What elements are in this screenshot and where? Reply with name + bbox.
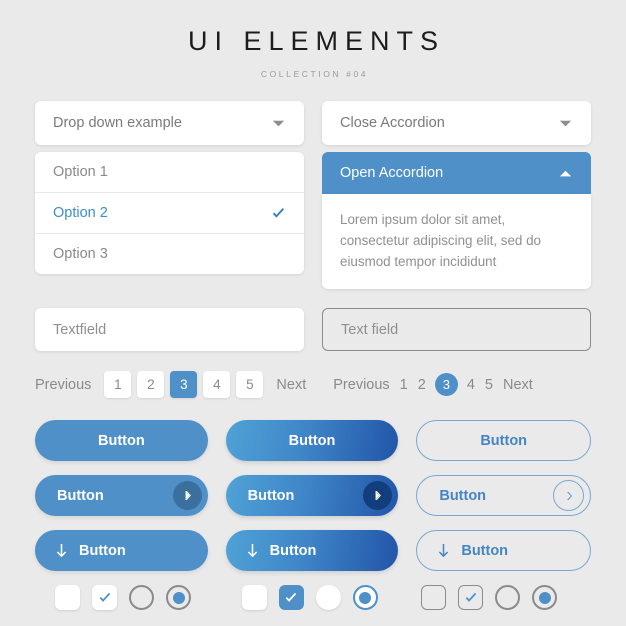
pagination-plain-page-2[interactable]: 2 (418, 377, 426, 393)
checkbox-checked[interactable] (458, 585, 484, 610)
pagination-next-boxed[interactable]: Next (276, 377, 306, 393)
button-label: Button (461, 542, 509, 559)
textfield-solid[interactable]: Textfield (35, 308, 304, 351)
toggle-group-blue (225, 585, 412, 610)
button-label: Button (288, 432, 336, 449)
pagination-row: Previous 1 2 3 4 5 Next Previous 1 2 3 4… (35, 371, 591, 398)
button-label: Button (57, 487, 104, 504)
pagination-plain-page-5[interactable]: 5 (485, 377, 493, 393)
dropdown-label: Drop down example (53, 115, 182, 131)
dropdown-option-2[interactable]: Option 2 (35, 193, 304, 234)
checkbox-unchecked[interactable] (241, 585, 267, 610)
textfield-outline[interactable]: Text field (322, 308, 591, 351)
checkbox-unchecked[interactable] (421, 585, 447, 610)
pagination-previous-boxed[interactable]: Previous (35, 377, 91, 393)
button-label: Button (269, 542, 317, 559)
page-subtitle: COLLECTION #04 (260, 69, 369, 79)
pagination-plain-page-4[interactable]: 4 (467, 377, 475, 393)
checkbox-checked[interactable] (92, 585, 117, 610)
radio-unselected[interactable] (315, 585, 341, 610)
radio-unselected[interactable] (129, 585, 154, 610)
textfield-row: Textfield Text field (35, 308, 591, 351)
accordion-closed-label: Close Accordion (340, 115, 445, 131)
radio-dot (359, 591, 372, 604)
button-label: Button (439, 487, 487, 504)
button-row-plain: Button Button Button (35, 420, 592, 461)
dropdown-option-3[interactable]: Option 3 (35, 234, 304, 274)
radio-dot (538, 591, 551, 604)
button-label: Button (480, 432, 528, 449)
pagination-page-2[interactable]: 2 (137, 371, 165, 398)
pagination-page-3-active[interactable]: 3 (170, 371, 198, 398)
dropdown-option-1[interactable]: Option 1 (35, 152, 304, 193)
download-arrow-icon (246, 543, 259, 559)
accordion-open-label: Open Accordion (340, 165, 444, 181)
button-label: Button (79, 542, 126, 559)
radio-selected[interactable] (166, 585, 191, 610)
toggle-group-outline (411, 585, 591, 610)
chevron-down-icon (558, 116, 573, 131)
button-row-download: Button Button Button (35, 530, 592, 571)
chevron-right-icon (172, 481, 202, 510)
accordion-body-text: Lorem ipsum dolor sit amet, consectetur … (340, 212, 541, 269)
radio-unselected[interactable] (495, 585, 521, 610)
textfield-solid-value: Textfield (53, 321, 107, 338)
button-gradient-chevron[interactable]: Button (225, 475, 399, 516)
download-arrow-icon (55, 543, 68, 559)
checkbox-checked[interactable] (278, 585, 304, 610)
dropdown-option-label: Option 1 (53, 164, 108, 180)
accordion-body: Lorem ipsum dolor sit amet, consectetur … (322, 194, 591, 289)
textfield-solid-wrap: Textfield (35, 308, 304, 351)
textfield-outline-wrap: Text field (322, 308, 591, 351)
pagination-page-4[interactable]: 4 (203, 371, 231, 398)
page-title: UI ELEMENTS (187, 26, 446, 56)
page-header: UI ELEMENTS COLLECTION #04 (35, 0, 591, 79)
radio-dot (172, 591, 185, 604)
checkbox-unchecked[interactable] (55, 585, 80, 610)
pagination-previous-plain[interactable]: Previous (333, 377, 389, 393)
ui-elements-page: UI ELEMENTS COLLECTION #04 Drop down exa… (0, 0, 626, 626)
pagination-plain-page-1[interactable]: 1 (400, 377, 408, 393)
button-flat-plain[interactable]: Button (35, 420, 208, 461)
pagination-plain-page-3-active[interactable]: 3 (434, 373, 458, 396)
button-label: Button (97, 432, 145, 449)
button-flat-download[interactable]: Button (35, 530, 208, 571)
dropdown-options-list: Option 1 Option 2 Option 3 (35, 152, 304, 274)
button-grid: Button Button Button Button Button Butto… (35, 420, 592, 571)
accordion-column: Close Accordion Open Accordion Lorem ips… (322, 101, 591, 289)
radio-selected[interactable] (532, 585, 558, 610)
button-gradient-plain[interactable]: Button (225, 420, 399, 461)
button-outline-download[interactable]: Button (416, 530, 592, 571)
dropdown-option-label: Option 3 (53, 246, 108, 262)
toggle-row (35, 585, 591, 610)
button-outline-plain[interactable]: Button (416, 420, 592, 461)
check-icon (271, 206, 286, 221)
button-label: Button (247, 487, 295, 504)
accordion-open-header[interactable]: Open Accordion (322, 152, 591, 194)
chevron-down-icon (271, 116, 286, 131)
dropdown-accordion-row: Drop down example Option 1 Option 2 Opti… (35, 101, 591, 289)
download-arrow-icon (437, 543, 450, 559)
pagination-boxed: Previous 1 2 3 4 5 Next (35, 371, 306, 398)
toggle-group-white (35, 585, 225, 610)
dropdown-column: Drop down example Option 1 Option 2 Opti… (35, 101, 304, 289)
chevron-right-icon (363, 481, 393, 510)
dropdown-toggle[interactable]: Drop down example (35, 101, 304, 145)
pagination-page-5[interactable]: 5 (236, 371, 264, 398)
chevron-right-icon (553, 480, 585, 511)
button-gradient-download[interactable]: Button (225, 530, 399, 571)
chevron-up-icon (558, 166, 573, 181)
dropdown-option-label: Option 2 (53, 205, 108, 221)
textfield-outline-value: Text field (341, 321, 399, 338)
button-outline-chevron[interactable]: Button (416, 475, 592, 516)
button-row-chevron: Button Button Button (35, 475, 592, 516)
pagination-next-plain[interactable]: Next (503, 377, 533, 393)
pagination-page-1[interactable]: 1 (104, 371, 132, 398)
accordion-closed-header[interactable]: Close Accordion (322, 101, 591, 145)
pagination-plain: Previous 1 2 3 4 5 Next (306, 371, 591, 398)
button-flat-chevron[interactable]: Button (35, 475, 208, 516)
radio-selected[interactable] (352, 585, 378, 610)
